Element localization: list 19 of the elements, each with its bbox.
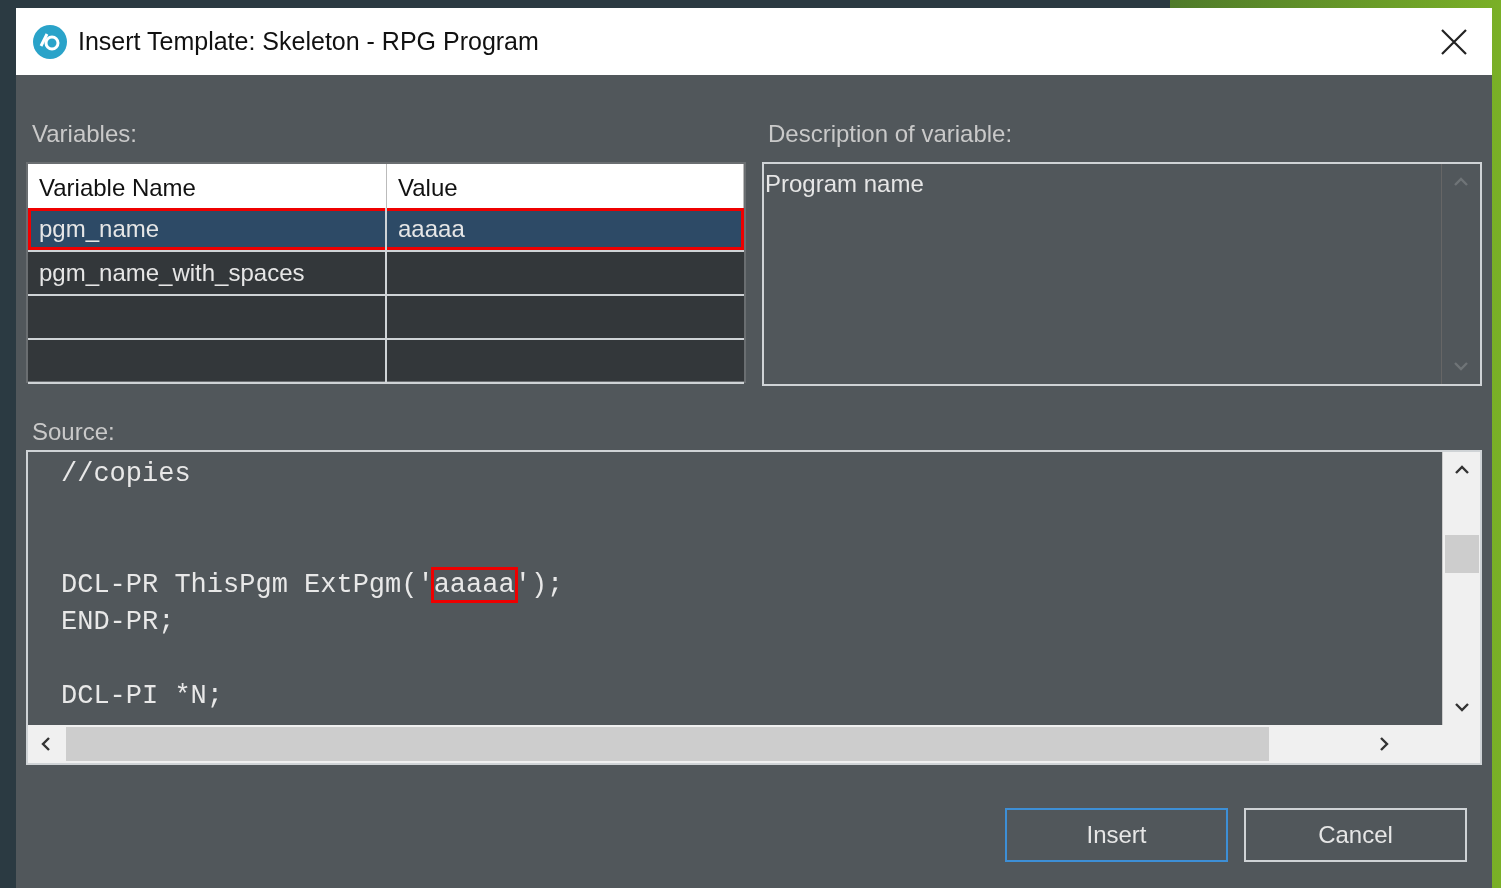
description-text: Program name	[764, 169, 925, 198]
code-line: DCL-PI *N;	[61, 680, 224, 713]
dialog-button[interactable]: Insert	[1005, 808, 1228, 862]
code-line: DCL-PR ThisPgm ExtPgm('aaaaa');	[61, 567, 564, 604]
table-cell[interactable]: pgm_name_with_spaces	[28, 252, 387, 296]
app-logo-icon	[32, 23, 68, 60]
scrollbar-thumb[interactable]	[66, 727, 1269, 761]
window-title: Insert Template: Skeleton - RPG Program	[78, 27, 540, 56]
description-label: Description of variable:	[768, 120, 1014, 149]
close-icon[interactable]	[1440, 27, 1468, 56]
source-label: Source:	[32, 418, 116, 447]
variables-label: Variables:	[32, 120, 138, 149]
scrollbar-thumb[interactable]	[1444, 535, 1479, 573]
table-cell[interactable]: pgm_name	[28, 208, 387, 252]
source-editor[interactable]: //copies DCL-PR ThisPgm ExtPgm('aaaaa'); END-PR; DCL-PI *N;	[26, 450, 1482, 765]
code-line: //copies	[61, 458, 191, 491]
dialog-button[interactable]: Cancel	[1244, 808, 1467, 862]
code-line: END-PR;	[61, 606, 175, 639]
table-cell[interactable]: aaaaa	[387, 208, 744, 252]
